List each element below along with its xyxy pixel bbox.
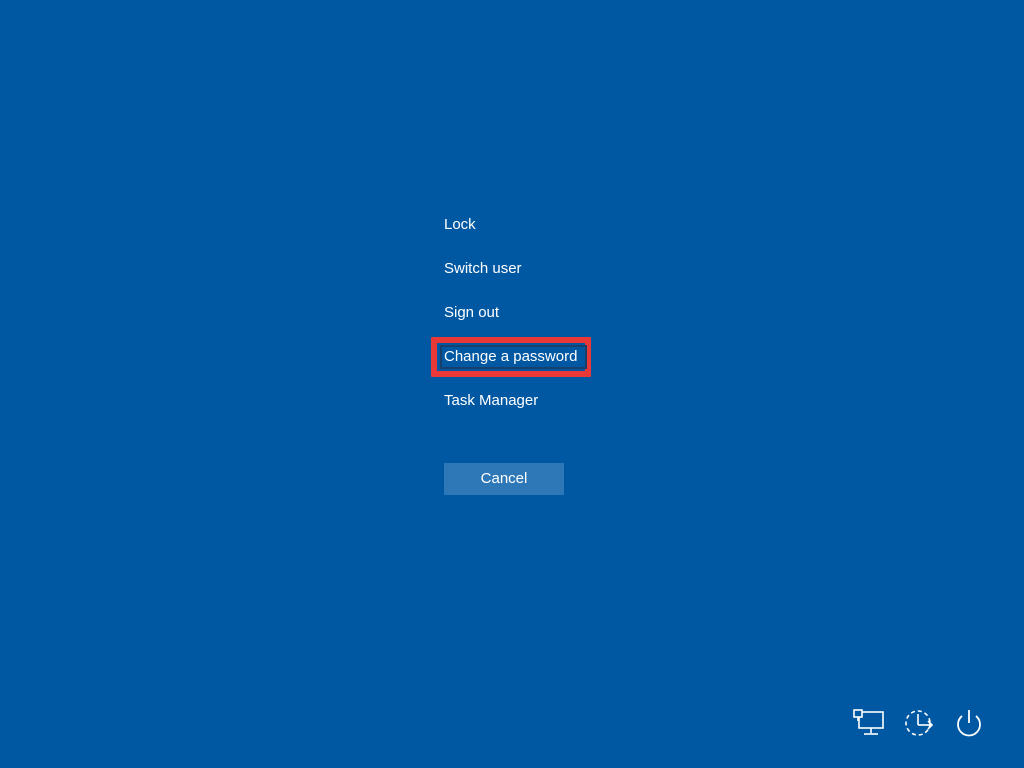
ease-of-access-icon[interactable]: [902, 706, 936, 740]
security-options-menu: Lock Switch user Sign out Change a passw…: [431, 214, 644, 434]
switch-user-option-label: Switch user: [444, 260, 522, 277]
cancel-button[interactable]: Cancel: [444, 463, 564, 495]
sign-out-option[interactable]: Sign out: [444, 302, 644, 346]
system-tray: [852, 706, 986, 740]
network-icon[interactable]: [852, 706, 886, 740]
change-password-option-label: Change a password: [444, 348, 578, 365]
switch-user-option[interactable]: Switch user: [444, 258, 644, 302]
lock-option[interactable]: Lock: [444, 214, 644, 258]
lock-option-label: Lock: [444, 216, 476, 233]
task-manager-option-label: Task Manager: [444, 392, 539, 409]
sign-out-option-label: Sign out: [444, 304, 500, 321]
change-password-option[interactable]: Change a password: [431, 337, 644, 390]
security-options-screen: Lock Switch user Sign out Change a passw…: [0, 0, 1024, 768]
power-icon[interactable]: [952, 706, 986, 740]
task-manager-option[interactable]: Task Manager: [444, 390, 644, 434]
